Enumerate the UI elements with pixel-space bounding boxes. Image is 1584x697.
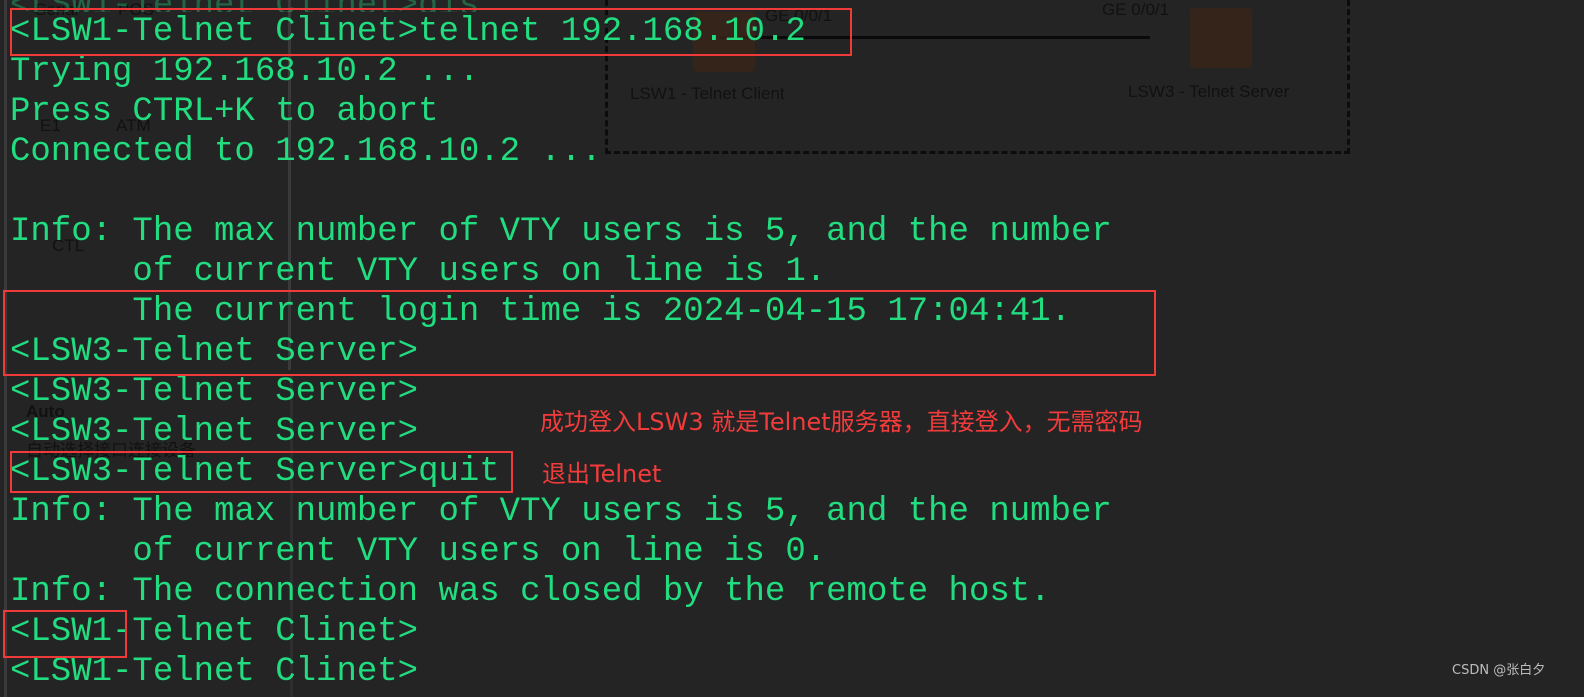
- terminal-line: of current VTY users on line is 0.: [10, 533, 827, 571]
- terminal-line: Info: The max number of VTY users is 5, …: [10, 213, 1112, 251]
- highlight-login-success: [3, 290, 1156, 376]
- terminal-line: Trying 192.168.10.2 ...: [10, 53, 480, 91]
- highlight-lsw1-prompt: [3, 610, 127, 658]
- terminal-line: Info: The max number of VTY users is 5, …: [10, 493, 1112, 531]
- terminal-line: <LSW1-Telnet Clinet>: [10, 613, 419, 651]
- terminal-line: Connected to 192.168.10.2 ...: [10, 133, 602, 171]
- highlight-telnet-command: [10, 8, 852, 56]
- terminal-line: <LSW3-Telnet Server>: [10, 373, 419, 411]
- annotation-quit: 退出Telnet: [542, 460, 662, 488]
- highlight-quit-command: [10, 451, 513, 493]
- annotation-login: 成功登入LSW3 就是Telnet服务器，直接登入，无需密码: [540, 408, 1143, 436]
- terminal-line: <LSW1-Telnet Clinet>: [10, 653, 419, 691]
- terminal-line: Info: The connection was closed by the r…: [10, 573, 1051, 611]
- watermark: CSDN @张白夕: [1452, 663, 1546, 678]
- terminal-line: of current VTY users on line is 1.: [10, 253, 827, 291]
- terminal-line: Press CTRL+K to abort: [10, 93, 439, 131]
